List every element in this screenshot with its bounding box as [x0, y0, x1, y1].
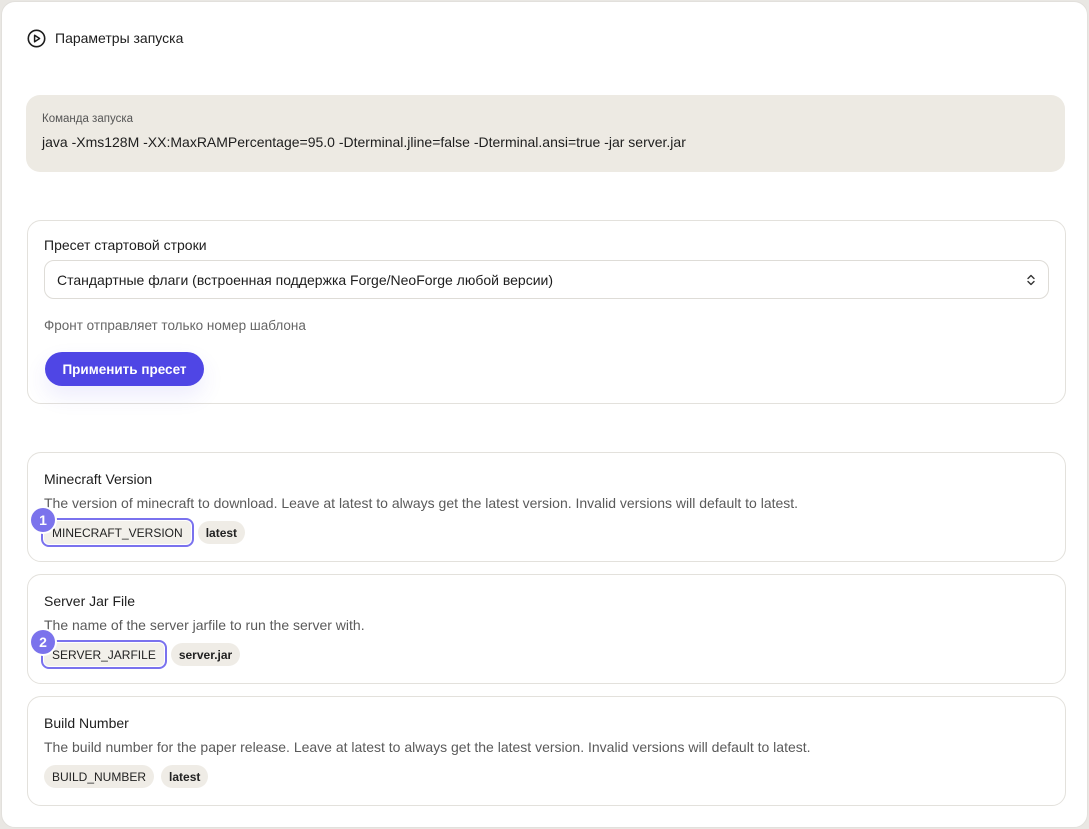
variable-title: Minecraft Version: [44, 471, 153, 487]
variable-description: The build number for the paper release. …: [44, 739, 811, 755]
variable-card-build-number: Build Number The build number for the pa…: [27, 696, 1066, 806]
chevron-up-down-icon: [1026, 273, 1036, 287]
variable-chips: BUILD_NUMBER latest: [44, 765, 209, 788]
section-header: Параметры запуска: [27, 28, 183, 48]
variable-card-server-jarfile: Server Jar File The name of the server j…: [27, 574, 1066, 684]
variable-title: Build Number: [44, 715, 129, 731]
command-value[interactable]: java -Xms128M -XX:MaxRAMPercentage=95.0 …: [42, 133, 1049, 151]
annotation-marker-2: 2: [31, 630, 55, 654]
preset-select[interactable]: Стандартные флаги (встроенная поддержка …: [44, 260, 1049, 299]
env-variable-chip[interactable]: MINECRAFT_VERSION: [41, 518, 194, 547]
preset-label: Пресет стартовой строки: [44, 237, 207, 253]
variable-chips: SERVER_JARFILE server.jar: [41, 640, 241, 669]
variable-value-chip: server.jar: [170, 643, 241, 666]
variable-description: The name of the server jarfile to run th…: [44, 617, 365, 633]
launch-parameters-panel: Параметры запуска Команда запуска java -…: [1, 1, 1088, 828]
section-title: Параметры запуска: [55, 30, 184, 46]
preset-hint: Фронт отправляет только номер шаблона: [44, 318, 306, 333]
variable-card-minecraft-version: Minecraft Version The version of minecra…: [27, 452, 1066, 562]
command-label: Команда запуска: [42, 113, 133, 125]
env-variable-chip[interactable]: BUILD_NUMBER: [44, 765, 155, 788]
apply-preset-button[interactable]: Применить пресет: [45, 352, 204, 386]
preset-select-value: Стандартные флаги (встроенная поддержка …: [57, 271, 554, 288]
env-variable-chip[interactable]: SERVER_JARFILE: [41, 640, 167, 669]
variable-value-chip: latest: [161, 765, 209, 788]
launch-command-box: Команда запуска java -Xms128M -XX:MaxRAM…: [26, 95, 1065, 172]
variable-chips: MINECRAFT_VERSION latest: [41, 518, 246, 547]
variable-title: Server Jar File: [44, 593, 136, 609]
variable-description: The version of minecraft to download. Le…: [44, 495, 799, 511]
preset-card: Пресет стартовой строки Стандартные флаг…: [27, 220, 1066, 404]
variable-value-chip: latest: [197, 521, 246, 544]
play-circle-icon: [27, 29, 46, 48]
annotation-marker-1: 1: [31, 508, 55, 532]
